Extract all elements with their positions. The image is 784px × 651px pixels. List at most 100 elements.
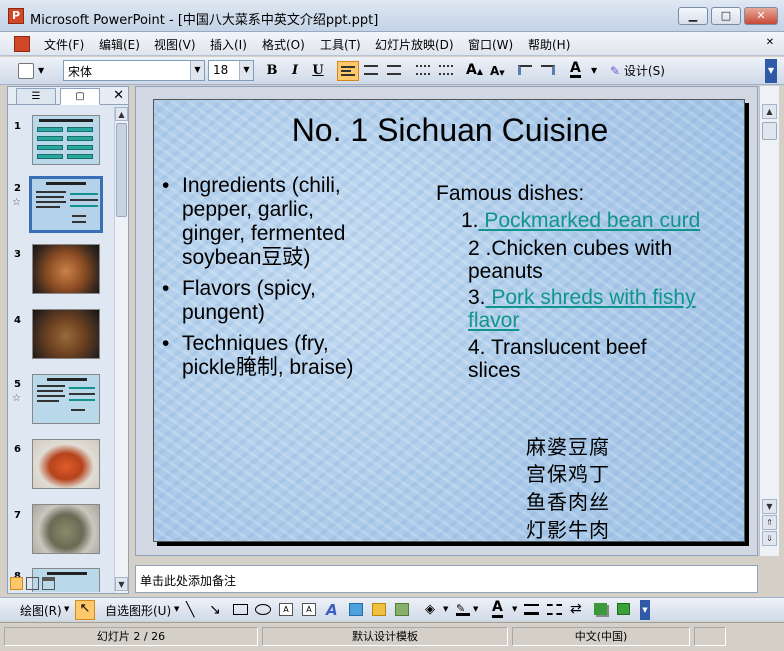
3d-style-icon[interactable] bbox=[617, 603, 630, 615]
numbering-icon[interactable] bbox=[416, 65, 430, 75]
increase-indent-icon[interactable] bbox=[541, 65, 555, 75]
famous-dishes-heading[interactable]: Famous dishes: bbox=[436, 182, 584, 205]
font-size-select[interactable]: 18 ▼ bbox=[208, 60, 254, 81]
slideshow-icon[interactable] bbox=[42, 577, 55, 590]
shadow-style-icon[interactable] bbox=[594, 603, 607, 615]
align-right-icon[interactable] bbox=[387, 65, 401, 75]
font-color-icon[interactable]: A bbox=[570, 61, 581, 78]
dish-item[interactable]: 2 .Chicken cubes with peanuts bbox=[468, 237, 718, 283]
scroll-down-icon[interactable]: ▼ bbox=[762, 499, 777, 514]
decrease-font-icon[interactable]: A▼ bbox=[490, 64, 505, 78]
menu-file[interactable]: 文件(F) bbox=[44, 36, 84, 53]
menu-edit[interactable]: 编辑(E) bbox=[99, 36, 140, 53]
draw-menu[interactable]: 绘图(R) bbox=[20, 602, 62, 619]
new-document-icon[interactable] bbox=[18, 63, 34, 79]
chevron-down-icon[interactable]: ▼ bbox=[591, 66, 597, 75]
select-pointer-icon[interactable]: ↖ bbox=[75, 600, 95, 620]
insert-picture-icon[interactable] bbox=[395, 603, 409, 616]
scroll-thumb[interactable] bbox=[762, 122, 777, 140]
notes-pane[interactable]: 单击此处添加备注 bbox=[135, 565, 758, 593]
align-left-button[interactable] bbox=[337, 61, 359, 81]
scroll-thumb[interactable] bbox=[116, 123, 127, 217]
next-slide-icon[interactable]: ⇓ bbox=[762, 531, 777, 546]
line-icon[interactable]: ╲ bbox=[186, 602, 194, 618]
close-panel-icon[interactable]: ✕ bbox=[113, 88, 124, 103]
normal-view-icon[interactable] bbox=[10, 577, 23, 590]
align-center-icon[interactable] bbox=[364, 65, 378, 75]
slide-sorter-icon[interactable] bbox=[26, 577, 39, 590]
close-button[interactable]: ✕ bbox=[744, 7, 778, 25]
chevron-down-icon[interactable]: ▼ bbox=[190, 61, 204, 80]
font-color-icon[interactable]: A bbox=[492, 600, 503, 618]
tab-outline[interactable]: ☰ bbox=[16, 88, 56, 105]
increase-font-icon[interactable]: A▲ bbox=[466, 62, 483, 78]
decrease-indent-icon[interactable] bbox=[518, 65, 532, 75]
menu-help[interactable]: 帮助(H) bbox=[528, 36, 570, 53]
menu-view[interactable]: 视图(V) bbox=[154, 36, 196, 53]
dash-style-icon[interactable] bbox=[547, 604, 562, 615]
scroll-up-icon[interactable]: ▲ bbox=[762, 104, 777, 119]
clipart-icon[interactable] bbox=[372, 603, 386, 616]
fill-color-icon[interactable]: ◈ bbox=[425, 602, 435, 617]
slide-thumbnail-5[interactable] bbox=[32, 374, 100, 424]
menu-window[interactable]: 窗口(W) bbox=[468, 36, 513, 53]
chinese-dish-name[interactable]: 灯影牛肉 bbox=[526, 514, 610, 543]
menu-slideshow[interactable]: 幻灯片放映(D) bbox=[375, 36, 454, 53]
dish-link[interactable]: Pork shreds with fishy flavor bbox=[468, 286, 696, 332]
arrow-icon[interactable]: ↘ bbox=[209, 602, 221, 618]
document-icon[interactable] bbox=[14, 36, 30, 52]
dish-item[interactable]: 1. Pockmarked bean curd bbox=[461, 209, 700, 232]
vertical-textbox-icon[interactable]: A bbox=[302, 603, 316, 616]
chevron-down-icon[interactable]: ▼ bbox=[64, 605, 69, 613]
thumbnail-scrollbar[interactable]: ▲ ▼ bbox=[114, 107, 128, 593]
chinese-dish-name[interactable]: 鱼香肉丝 bbox=[526, 486, 610, 515]
line-style-icon[interactable] bbox=[524, 604, 539, 615]
menu-tools[interactable]: 工具(T) bbox=[320, 36, 361, 53]
menu-format[interactable]: 格式(O) bbox=[262, 36, 305, 53]
slide-thumbnail-2[interactable] bbox=[29, 176, 103, 233]
autoshapes-menu[interactable]: 自选图形(U) bbox=[105, 602, 171, 619]
bullet-item[interactable]: • Flavors (spicy, pungent) bbox=[162, 277, 382, 325]
minimize-button[interactable]: ▁ bbox=[678, 7, 708, 25]
maximize-button[interactable]: □ bbox=[711, 7, 741, 25]
powerpoint-app-icon[interactable]: P bbox=[8, 8, 24, 24]
chevron-down-icon[interactable]: ▼ bbox=[473, 605, 478, 613]
dish-link[interactable]: Pockmarked bean curd bbox=[479, 209, 700, 232]
oval-icon[interactable] bbox=[255, 604, 271, 615]
slide-scrollbar[interactable]: ▲ ▼ ⇑ ⇓ bbox=[759, 86, 779, 556]
wordart-icon[interactable]: A bbox=[326, 601, 338, 619]
rectangle-icon[interactable] bbox=[233, 604, 248, 615]
slide-thumbnail-7[interactable] bbox=[32, 504, 100, 554]
slide-canvas[interactable]: No. 1 Sichuan Cuisine • Ingredients (chil… bbox=[153, 99, 745, 542]
slide-thumbnail-4[interactable] bbox=[32, 309, 100, 359]
italic-button[interactable]: I bbox=[285, 61, 305, 81]
toolbar-options-icon[interactable]: ▼ bbox=[640, 600, 650, 620]
diagram-icon[interactable] bbox=[349, 603, 363, 616]
arrow-style-icon[interactable]: ⇄ bbox=[570, 601, 582, 617]
bullets-icon[interactable] bbox=[439, 65, 453, 75]
dropdown-arrow-icon[interactable]: ▼ bbox=[38, 66, 44, 75]
slide-thumbnail-3[interactable] bbox=[32, 244, 100, 294]
chinese-dish-name[interactable]: 麻婆豆腐 bbox=[526, 431, 610, 460]
close-document-icon[interactable]: ✕ bbox=[762, 35, 778, 51]
notes-placeholder[interactable]: 单击此处添加备注 bbox=[140, 572, 236, 589]
scroll-down-icon[interactable]: ▼ bbox=[115, 577, 128, 591]
tab-slides[interactable]: ▢ bbox=[60, 88, 100, 105]
design-button[interactable]: ✎ 设计(S) bbox=[610, 62, 670, 80]
chevron-down-icon[interactable]: ▼ bbox=[443, 605, 448, 613]
menu-insert[interactable]: 插入(I) bbox=[210, 36, 247, 53]
font-name-select[interactable]: 宋体 ▼ bbox=[63, 60, 205, 81]
previous-slide-icon[interactable]: ⇑ bbox=[762, 515, 777, 530]
bullet-item[interactable]: • Ingredients (chili, pepper, garlic, gin… bbox=[162, 174, 382, 270]
dish-item[interactable]: 3. Pork shreds with fishy flavor bbox=[468, 286, 723, 332]
textbox-icon[interactable]: A bbox=[279, 603, 293, 616]
slide-title[interactable]: No. 1 Sichuan Cuisine bbox=[154, 112, 746, 149]
line-color-icon[interactable]: ✎ bbox=[456, 602, 470, 616]
bold-button[interactable]: B bbox=[262, 61, 282, 81]
chevron-down-icon[interactable]: ▼ bbox=[239, 61, 253, 80]
bullet-item[interactable]: • Techniques (fry, pickle腌制, braise) bbox=[162, 332, 382, 380]
chinese-dish-name[interactable]: 宫保鸡丁 bbox=[526, 458, 610, 487]
slide-thumbnail-1[interactable] bbox=[32, 115, 100, 165]
slide-thumbnail-6[interactable] bbox=[32, 439, 100, 489]
chevron-down-icon[interactable]: ▼ bbox=[174, 605, 179, 613]
